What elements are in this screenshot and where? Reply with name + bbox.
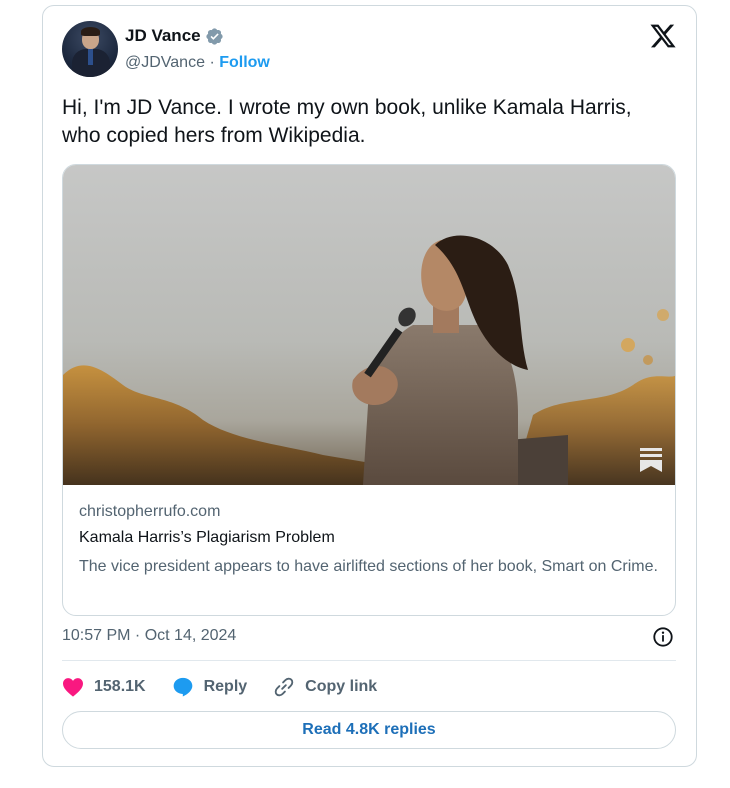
reply-label: Reply [203,678,248,695]
tweet-timestamp[interactable]: 10:57 PM · Oct 14, 2024 [62,627,236,645]
info-icon[interactable] [652,626,674,648]
article-photo[interactable] [63,165,676,485]
author-name-row: JD Vance [125,26,224,46]
like-count: 158.1K [94,678,146,695]
author-handle-row: @JDVance · Follow [125,54,270,72]
author-handle[interactable]: @JDVance [125,54,205,71]
link-preview-card[interactable]: christopherrufo.com Kamala Harris’s Plag… [62,164,676,616]
avatar[interactable] [62,21,118,77]
verified-badge-icon [205,27,223,45]
tweet-actions: 158.1K Reply Copy link [62,674,403,700]
separator: · [209,54,215,71]
divider [62,660,676,661]
link-domain[interactable]: christopherrufo.com [79,503,659,521]
reply-bubble-icon [173,677,192,697]
follow-button[interactable]: Follow [219,54,270,71]
tweet-text: Hi, I'm JD Vance. I wrote my own book, u… [62,96,632,147]
x-logo-icon[interactable] [649,22,677,50]
author-name[interactable]: JD Vance [125,26,201,46]
copy-link-label: Copy link [305,678,378,695]
bookmark-icon[interactable] [640,448,662,472]
link-description: The vice president appears to have airli… [79,558,658,575]
link-preview-meta: christopherrufo.com Kamala Harris’s Plag… [79,503,659,578]
tweet-embed-card: JD Vance @JDVance · Follow Hi, I'm JD Va… [42,5,697,767]
link-icon [274,677,294,697]
read-replies-button[interactable]: Read 4.8K replies [62,711,676,749]
reply-button[interactable]: Reply [172,676,248,698]
copy-link-button[interactable]: Copy link [273,676,377,698]
heart-icon [63,678,83,697]
link-title[interactable]: Kamala Harris’s Plagiarism Problem [79,529,659,547]
like-button[interactable]: 158.1K [62,677,146,697]
